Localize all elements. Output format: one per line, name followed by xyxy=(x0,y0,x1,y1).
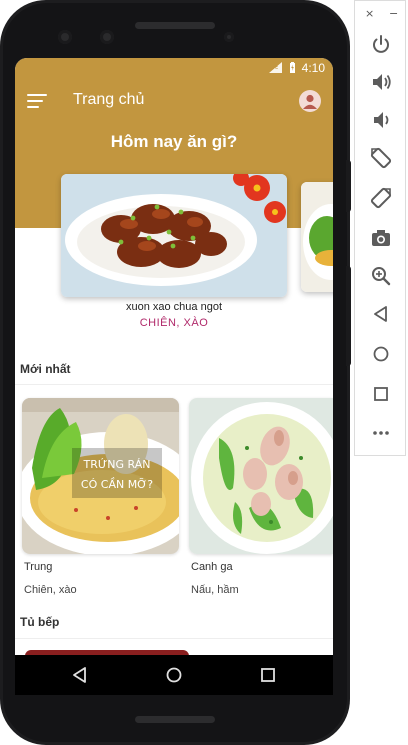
rotate-left-icon[interactable] xyxy=(368,145,394,171)
system-nav-bar xyxy=(15,655,333,695)
menu-icon[interactable] xyxy=(27,92,49,110)
section-divider xyxy=(15,384,333,385)
status-bar: LTE 4:10 xyxy=(15,58,333,78)
close-icon[interactable]: × xyxy=(365,7,374,20)
volume-up-icon[interactable] xyxy=(368,69,394,95)
recipe-category: Chiên, xào xyxy=(24,584,77,596)
hero-headline: Hôm nay ăn gì? xyxy=(110,132,238,151)
app-screen: LTE 4:10 Trang chủ Hôm nay ăn gì? xuon x… xyxy=(15,58,333,655)
proximity-sensor xyxy=(224,32,234,42)
next-featured-card[interactable] xyxy=(301,182,333,292)
section-divider xyxy=(15,638,333,639)
power-icon[interactable] xyxy=(368,31,394,57)
featured-recipe-name: xuon xao chua ngot xyxy=(125,301,223,313)
user-icon xyxy=(303,94,317,109)
avatar[interactable] xyxy=(299,90,321,112)
back-icon[interactable] xyxy=(70,665,90,685)
front-sensor xyxy=(100,30,114,44)
signal-icon: LTE xyxy=(269,62,282,73)
volume-down-icon[interactable] xyxy=(368,107,394,133)
top-speaker xyxy=(135,22,215,29)
network-type-label: LTE xyxy=(270,65,278,71)
recipe-card[interactable] xyxy=(189,398,333,554)
page-title: Trang chủ xyxy=(73,91,145,108)
more-icon[interactable] xyxy=(368,419,394,445)
zoom-icon[interactable] xyxy=(368,263,394,289)
section-title-latest: Mới nhất xyxy=(20,362,71,376)
status-time: 4:10 xyxy=(301,61,325,75)
home-icon[interactable] xyxy=(368,341,394,367)
featured-recipe-card[interactable] xyxy=(61,174,287,297)
camera-icon[interactable] xyxy=(368,225,394,251)
front-camera xyxy=(58,30,72,44)
side-volume-button xyxy=(346,160,351,212)
recipe-name: Trung xyxy=(24,561,53,573)
featured-recipe-image xyxy=(61,174,287,297)
emulator-toolbar: × − xyxy=(354,0,406,456)
featured-recipe-category: CHIÊN, XÀO xyxy=(139,317,209,329)
minimize-icon[interactable]: − xyxy=(389,7,398,20)
app-bar: Trang chủ xyxy=(15,82,333,122)
recipe-overlay-line-2: CÓ CẦN MỠ? xyxy=(81,477,153,491)
recipe-name: Canh ga xyxy=(191,561,233,573)
recipe-image xyxy=(189,398,333,554)
battery-icon xyxy=(290,62,295,73)
overview-icon[interactable] xyxy=(368,381,394,407)
rotate-right-icon[interactable] xyxy=(368,185,394,211)
side-power-button xyxy=(346,266,351,366)
bottom-speaker xyxy=(135,716,215,723)
next-featured-image xyxy=(301,182,333,292)
recipe-image: TRỨNG RÁN CÓ CẦN MỠ? xyxy=(22,398,179,554)
home-icon[interactable] xyxy=(164,665,184,685)
recipe-overlay-line-1: TRỨNG RÁN xyxy=(83,458,151,471)
section-title-pantry: Tủ bếp xyxy=(20,615,60,629)
back-icon[interactable] xyxy=(368,301,394,327)
recipe-card[interactable]: TRỨNG RÁN CÓ CẦN MỠ? xyxy=(22,398,179,554)
recipe-category: Nấu, hầm xyxy=(191,584,239,596)
overview-icon[interactable] xyxy=(258,665,278,685)
